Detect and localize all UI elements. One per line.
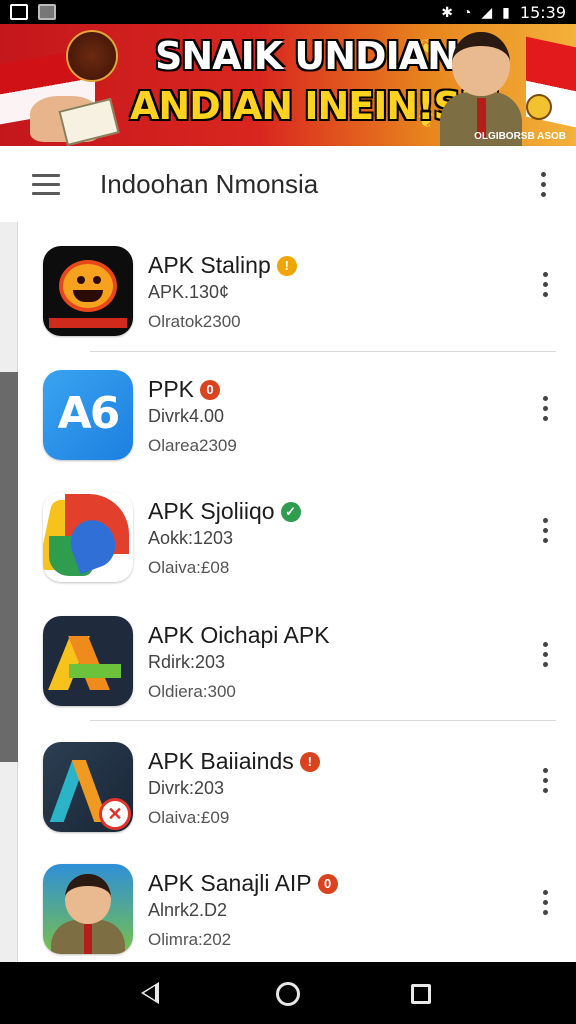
app-version: Aokk:1203 (148, 528, 234, 548)
back-icon[interactable] (141, 982, 159, 1004)
officer-portrait-icon (43, 864, 133, 954)
app-list: APK Stalinp! APK.130¢ Olratok2300 A6 PPK… (0, 222, 576, 962)
list-item[interactable]: APK Sjoliiqo ✓ Aokk:1203 Olaiva:£08 (18, 470, 576, 592)
list-item[interactable]: APK Sanajli AIP 0 Alnrk2.D2 Olimra:202 (18, 842, 576, 964)
letter-a-icon (43, 616, 133, 706)
banner-headline-1: SNAIK UNDIAN (155, 34, 459, 78)
app-date: Olarea2309 (148, 436, 237, 455)
app-date: Olaiva:£08 (148, 558, 230, 577)
list-item[interactable]: A6 PPK 0 Divrk4.00 Olarea2309 (18, 348, 576, 470)
scrollbar-track[interactable] (0, 222, 18, 962)
more-vertical-icon[interactable] (543, 272, 548, 297)
list-item[interactable]: APK Oichapi APK Rdirk:203 Oldiera:300 (18, 594, 576, 716)
wifi-icon: ◔ (462, 4, 472, 20)
info-badge-icon: ! (276, 255, 297, 276)
list-item[interactable]: APK Stalinp! APK.130¢ Olratok2300 (18, 224, 576, 346)
verified-badge-icon: ✓ (280, 501, 301, 522)
emblem-icon (66, 30, 118, 82)
alert-badge-icon: 0 (317, 873, 338, 894)
app-version: Alnrk2.D2 (148, 900, 228, 920)
status-time: 15:39 (519, 2, 566, 22)
alert-badge-icon: 0 (200, 379, 221, 400)
app-date: Olratok2300 (148, 312, 241, 331)
app-version: Divrk4.00 (148, 406, 225, 426)
more-vertical-icon[interactable] (543, 642, 548, 667)
a-with-x-icon: ✕ (43, 742, 133, 832)
page-title: Indoohan Nmonsia (100, 168, 319, 199)
bluetooth-icon: ✱ (441, 4, 453, 20)
colorful-swirl-icon (43, 492, 133, 582)
app-name: PPK 0 (148, 376, 221, 403)
image-notification-icon (10, 4, 28, 20)
app-bar: Indoohan Nmonsia (0, 146, 576, 222)
home-icon[interactable] (276, 982, 300, 1006)
more-vertical-icon[interactable] (543, 396, 548, 421)
app-name: APK Baiiainds! (148, 748, 320, 775)
promo-banner[interactable]: ❦ ❦ SNAIK UNDIAN ANDIAN INEIN!SF! OLGIBO… (0, 24, 576, 146)
app-date: Olaiva:£09 (148, 808, 230, 827)
app-date: Olimra:202 (148, 930, 232, 949)
app-version: Rdirk:203 (148, 652, 226, 672)
app-date: Oldiera:300 (148, 682, 236, 701)
app-name: APK Sanajli AIP 0 (148, 870, 338, 897)
seal-icon (526, 94, 552, 120)
more-vertical-icon[interactable] (543, 768, 548, 793)
signal-icon: ◢ (481, 4, 493, 20)
a6-icon: A6 (43, 370, 133, 460)
system-nav-bar (0, 962, 576, 1024)
menu-icon[interactable] (32, 173, 60, 195)
more-vertical-icon[interactable] (541, 171, 546, 197)
status-bar: ✱ ◔ ◢ ▮ 15:39 (0, 0, 576, 24)
officer-illustration (440, 28, 522, 146)
banner-caption: OLGIBORSB ASOB (474, 131, 566, 142)
app-name: APK Oichapi APK (148, 622, 330, 648)
alert-badge-icon: ! (299, 751, 320, 772)
more-vertical-icon[interactable] (543, 518, 548, 543)
app-version: Divrk:203 (148, 778, 225, 798)
battery-icon: ▮ (502, 4, 510, 20)
app-version: APK.130¢ (148, 282, 230, 302)
more-vertical-icon[interactable] (543, 890, 548, 915)
photo-notification-icon (38, 4, 56, 20)
list-item[interactable]: ✕ APK Baiiainds! Divrk:203 Olaiva:£09 (18, 720, 576, 842)
app-name: APK Sjoliiqo ✓ (148, 498, 301, 525)
scrollbar-thumb[interactable] (0, 372, 18, 762)
flame-mascot-icon (43, 246, 133, 336)
app-name: APK Stalinp! (148, 252, 297, 279)
recents-icon[interactable] (411, 984, 431, 1004)
